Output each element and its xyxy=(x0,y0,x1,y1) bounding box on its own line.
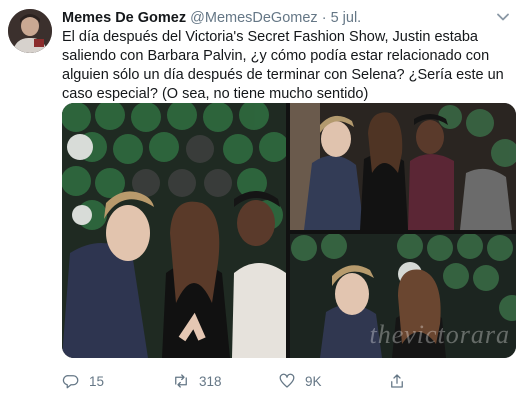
media-grid[interactable]: thevictorara xyxy=(62,103,516,358)
tweet-header: Memes De Gomez @MemesDeGomez · 5 jul. xyxy=(62,9,361,27)
author-name[interactable]: Memes De Gomez xyxy=(62,10,186,26)
like-count: 9K xyxy=(305,373,322,389)
tweet-date[interactable]: 5 jul. xyxy=(331,10,362,26)
retweet-count: 318 xyxy=(199,373,222,389)
reply-count: 15 xyxy=(89,373,105,389)
chevron-down-icon[interactable] xyxy=(496,10,510,24)
tweet-card[interactable]: Memes De Gomez @MemesDeGomez · 5 jul. El… xyxy=(0,0,524,400)
photo-1[interactable] xyxy=(62,103,286,358)
tweet-actions: 15 318 9K xyxy=(62,370,502,392)
share-button[interactable] xyxy=(388,370,406,392)
watermark-text: thevictorara xyxy=(369,320,510,349)
header-separator: · xyxy=(321,10,327,26)
heart-icon xyxy=(279,373,295,388)
author-handle[interactable]: @MemesDeGomez xyxy=(190,10,318,26)
share-icon xyxy=(391,374,403,388)
reply-icon xyxy=(62,375,79,389)
retweet-button[interactable]: 318 xyxy=(172,370,222,392)
like-button[interactable]: 9K xyxy=(278,370,322,392)
photo-3[interactable]: thevictorara xyxy=(290,234,516,358)
tweet-text: El día después del Victoria's Secret Fas… xyxy=(62,29,504,102)
retweet-icon xyxy=(175,374,187,388)
photo-2[interactable] xyxy=(290,103,516,230)
avatar[interactable] xyxy=(8,9,52,53)
reply-button[interactable]: 15 xyxy=(62,370,104,392)
